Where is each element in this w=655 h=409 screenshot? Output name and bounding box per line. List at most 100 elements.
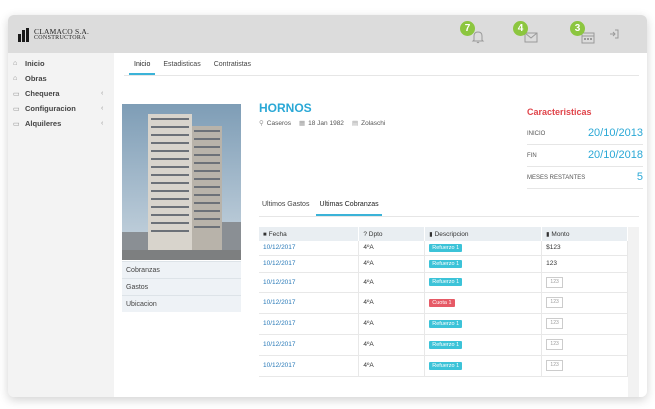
main-tabs: Inicio Estadisticas Contratistas: [129, 53, 259, 75]
sidebar-item-configuracion[interactable]: ▭ Configuracion ‹: [8, 101, 114, 116]
cell-dpto: 4ºA: [358, 241, 426, 256]
link-gastos[interactable]: Gastos: [122, 278, 241, 295]
calendar-button[interactable]: 3: [570, 21, 598, 47]
characteristics-row-end: FIN 20/10/2018: [527, 145, 643, 167]
bookmark-icon: ▮: [429, 231, 433, 238]
link-cobranzas[interactable]: Cobranzas: [122, 261, 241, 278]
cell-monto: 123: [541, 292, 628, 314]
amount-input[interactable]: 123: [546, 318, 564, 329]
table-row[interactable]: 10/12/2017 4ºA Refuerzo 1 123: [259, 255, 628, 273]
briefcase-icon: ■: [263, 231, 267, 238]
building-icon: ⌂: [13, 75, 18, 82]
cell-fecha: 10/12/2017: [259, 241, 360, 256]
brand-logo[interactable]: CLAMACO S.A. CONSTRUCTORA: [18, 26, 98, 44]
project-side-links: Cobranzas Gastos Ubicacion: [122, 261, 241, 312]
characteristics-key: FIN: [527, 153, 537, 159]
characteristics-value: 5: [636, 171, 643, 183]
table-row[interactable]: 10/12/2017 4ºA Refuerzo 1 123: [259, 313, 628, 335]
chevron-left-icon: ‹: [101, 120, 104, 127]
messages-button[interactable]: 4: [513, 21, 541, 47]
sidebar-item-label: Chequera: [25, 89, 60, 98]
sidebar-item-obras[interactable]: ⌂ Obras: [8, 71, 114, 86]
main-content: Inicio Estadisticas Contratistas Cobranz…: [114, 53, 647, 397]
cell-descripcion: Cuota 1: [424, 292, 543, 314]
cell-fecha: 10/12/2017: [259, 272, 360, 293]
description-label: Refuerzo 1: [429, 340, 463, 349]
tab-estadisticas[interactable]: Estadisticas: [158, 53, 205, 75]
settings-icon: ▭: [13, 105, 20, 113]
home-icon: ⌂: [13, 60, 18, 67]
amount-input[interactable]: 123: [546, 339, 564, 350]
subtabs-divider: [259, 216, 639, 217]
cell-fecha: 10/12/2017: [259, 292, 360, 314]
table-row[interactable]: 10/12/2017 4ºA Cuota 1 123: [259, 292, 628, 314]
column-header-fecha[interactable]: ■ Fecha: [259, 227, 360, 241]
characteristics-row-remaining: MESES RESTANTES 5: [527, 167, 643, 189]
sidebar-item-label: Alquileres: [25, 119, 62, 128]
chevron-left-icon: ‹: [101, 105, 104, 112]
tab-ultimos-gastos[interactable]: Ultimos Gastos: [259, 198, 312, 216]
cobranzas-table: ■ Fecha ? Dpto ▮ Descripcion ▮ Monto 10/12/…: [259, 227, 628, 377]
cell-dpto: 4ºA: [358, 272, 426, 293]
bookmark-icon: ▮: [546, 231, 550, 238]
logout-icon[interactable]: [608, 28, 620, 40]
table-row[interactable]: 10/12/2017 4ºA Refuerzo 1 123: [259, 272, 628, 293]
tabs-divider: [124, 75, 639, 76]
cell-monto: 123: [541, 334, 628, 356]
amount-input[interactable]: 123: [546, 360, 564, 371]
cell-dpto: 4ºA: [358, 255, 426, 273]
cell-monto: $123: [541, 241, 628, 256]
characteristics-value: 20/10/2013: [587, 127, 643, 139]
project-title: HORNOS: [259, 101, 312, 115]
cell-monto: 123: [541, 355, 628, 377]
project-meta: ⚲ Caseros ▦ 18 Jan 1982 ▤ Zolaschi: [259, 119, 386, 128]
description-label: Refuerzo 1: [429, 319, 463, 328]
cell-dpto: 4ºA: [358, 355, 426, 377]
checkbook-icon: ▭: [13, 90, 20, 98]
amount-input[interactable]: 123: [546, 297, 564, 308]
cell-descripcion: Refuerzo 1: [424, 334, 543, 356]
table-header-row: ■ Fecha ? Dpto ▮ Descripcion ▮ Monto: [259, 227, 628, 241]
sidebar-item-chequera[interactable]: ▭ Chequera ‹: [8, 86, 114, 101]
project-company: Zolaschi: [361, 119, 386, 127]
link-ubicacion[interactable]: Ubicacion: [122, 295, 241, 312]
column-header-dpto[interactable]: ? Dpto: [358, 227, 426, 241]
rent-icon: ▭: [13, 120, 20, 128]
location-pin-icon: ⚲: [259, 120, 264, 127]
cell-descripcion: Refuerzo 1: [424, 313, 543, 335]
tab-ultimas-cobranzas[interactable]: Ultimas Cobranzas: [316, 198, 382, 216]
top-bar: CLAMACO S.A. CONSTRUCTORA 7 4 3: [8, 15, 647, 53]
project-location: Caseros: [266, 119, 291, 127]
logo-mark-icon: [18, 28, 32, 42]
column-header-monto[interactable]: ▮ Monto: [541, 227, 628, 241]
amount-input[interactable]: 123: [546, 276, 564, 288]
table-row[interactable]: 10/12/2017 4ºA Refuerzo 1 123: [259, 334, 628, 356]
company-icon: ▤: [351, 120, 359, 127]
cell-dpto: 4ºA: [358, 313, 426, 335]
description-label: Refuerzo 1: [429, 278, 463, 286]
tab-inicio[interactable]: Inicio: [129, 53, 156, 75]
sidebar-item-inicio[interactable]: ⌂ Inicio: [8, 56, 114, 71]
cell-fecha: 10/12/2017: [259, 355, 360, 377]
column-header-descripcion[interactable]: ▮ Descripcion: [424, 227, 543, 241]
cell-dpto: 4ºA: [358, 292, 426, 314]
table-row[interactable]: 10/12/2017 4ºA Refuerzo 1 123: [259, 355, 628, 377]
brand-subtitle: CONSTRUCTORA: [34, 35, 86, 41]
sidebar-item-label: Obras: [25, 74, 47, 83]
notification-count-badge: 7: [460, 21, 475, 36]
table-scrollbar[interactable]: [628, 227, 639, 397]
sidebar-item-alquileres[interactable]: ▭ Alquileres ‹: [8, 116, 114, 131]
cell-descripcion: Refuerzo 1: [424, 355, 543, 377]
characteristics-key: MESES RESTANTES: [527, 175, 586, 181]
cell-descripcion: Refuerzo 1: [424, 241, 543, 256]
description-label: Refuerzo 1: [429, 361, 463, 370]
movements-tabs: Ultimos Gastos Ultimas Cobranzas: [259, 198, 386, 216]
characteristics-value: 20/10/2018: [587, 149, 643, 161]
calendar-count-badge: 3: [570, 21, 585, 36]
notification-bell-button[interactable]: 7: [460, 21, 488, 47]
table-row[interactable]: 10/12/2017 4ºA Refuerzo 1 $123: [259, 241, 628, 256]
tab-contratistas[interactable]: Contratistas: [209, 53, 256, 75]
cell-fecha: 10/12/2017: [259, 334, 360, 356]
cell-descripcion: Refuerzo 1: [424, 272, 543, 293]
cell-monto: 123: [541, 272, 628, 293]
